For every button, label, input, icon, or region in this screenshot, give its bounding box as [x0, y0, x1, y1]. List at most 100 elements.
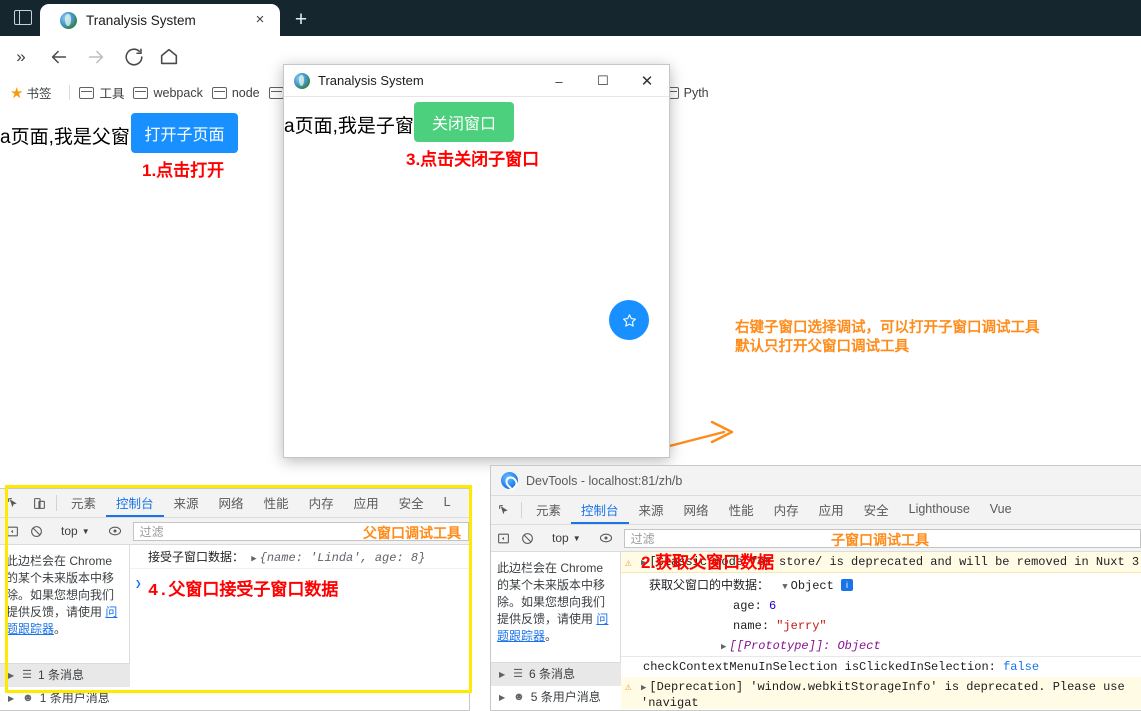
period: 。	[545, 629, 558, 643]
folder-icon	[268, 86, 284, 99]
bookmark-item[interactable]: ★ 书签	[10, 83, 51, 102]
console-sidebar-icon[interactable]	[491, 532, 515, 545]
back-icon[interactable]	[48, 46, 70, 68]
expand-triangle-icon[interactable]: ▶	[8, 690, 14, 707]
devtools-parent-tab-来源[interactable]: 来源	[164, 489, 209, 517]
console-row[interactable]: 接受子窗口数据： ▶ {name: 'Linda', age: 8}	[130, 545, 469, 569]
devtools-child-window[interactable]: DevTools - localhost:81/zh/b 元素 控制台 来源 网络 性能…	[490, 465, 1141, 711]
close-icon[interactable]: ×	[252, 12, 268, 28]
chevron-double-right-icon[interactable]: »	[10, 46, 32, 68]
home-icon[interactable]	[158, 46, 180, 68]
live-expression-icon[interactable]	[103, 524, 127, 538]
devtools-child-tab-元素[interactable]: 元素	[526, 496, 571, 524]
console-row[interactable]: 获取父窗口的中数据： ▼ Object i	[621, 573, 1141, 596]
devtools-child-tab-控制台[interactable]: 控制台	[571, 496, 629, 524]
chevron-down-icon: ▼	[572, 533, 581, 543]
devtools-parent-console-output[interactable]: 接受子窗口数据： ▶ {name: 'Linda', age: 8} ❯ 4.父窗…	[130, 545, 469, 710]
annotation-parent-devtools-label: 父窗口调试工具	[363, 525, 461, 541]
devtools-parent-status-row[interactable]: ▶ ☻ 1 条用户消息	[0, 687, 130, 710]
devtools-child-tab-应用[interactable]: 应用	[809, 496, 854, 524]
devtools-child-tab-性能[interactable]: 性能	[719, 496, 764, 524]
open-child-page-button[interactable]: 打开子页面	[131, 113, 238, 153]
devtools-child-status-row[interactable]: ▶ ☻ 5 条用户消息	[491, 686, 621, 709]
devtools-child-tab-Lighthouse[interactable]: Lighthouse	[899, 496, 980, 524]
bookmark-item[interactable]: Pyth	[663, 86, 709, 100]
expand-triangle-icon[interactable]: ▶	[8, 667, 14, 684]
execution-context-selector[interactable]: top ▼	[57, 524, 94, 538]
close-window-button[interactable]: 关闭窗口	[414, 102, 514, 142]
user-icon: ☻	[513, 691, 525, 703]
devtools-parent-tab-内存[interactable]: 内存	[299, 489, 344, 517]
info-badge-icon[interactable]: i	[841, 579, 854, 591]
new-tab-button[interactable]: +	[288, 7, 314, 33]
devtools-parent-window[interactable]: 元素 控制台 来源 网络 性能 内存 应用 安全 L top ▼ 过滤 父窗口调试工具	[0, 488, 470, 711]
globe-favicon-icon	[60, 11, 77, 29]
annotation-devtools-line1: 右键子窗口选择调试，可以打开子窗口调试工具	[735, 320, 1040, 336]
clear-console-icon[interactable]	[515, 532, 539, 545]
expand-triangle-icon[interactable]: ▶	[499, 666, 505, 683]
devtools-parent-status-row[interactable]: ▶ ☰ 1 条消息	[0, 664, 130, 687]
annotation-devtools-line2: 默认只打开父窗口调试工具	[735, 339, 909, 355]
expand-triangle-icon[interactable]: ▶	[721, 642, 726, 652]
devtools-child-tab-Vue[interactable]: Vue	[980, 496, 1022, 524]
bookmark-item[interactable]: webpack	[133, 86, 203, 100]
device-toolbar-icon[interactable]	[26, 489, 52, 517]
devtools-child-sidebar: 此边栏会在 Chrome 的某个未来版本中移除。如果您想向我们提供反馈，请使用 …	[491, 552, 621, 709]
expand-triangle-icon[interactable]: ▶	[251, 554, 256, 564]
console-prompt-row[interactable]: ❯ 4.父窗口接受子窗口数据	[130, 569, 469, 604]
devtools-logo-icon	[501, 472, 518, 489]
minimize-icon[interactable]: –	[537, 65, 581, 97]
close-icon[interactable]: ✕	[625, 65, 669, 97]
devtools-child-tabbar: 元素 控制台 来源 网络 性能 内存 应用 安全 Lighthouse Vue	[491, 496, 1141, 525]
inspect-icon[interactable]	[491, 496, 517, 524]
console-filter-placeholder: 过滤	[630, 531, 655, 546]
devtools-parent-tab-网络[interactable]: 网络	[209, 489, 254, 517]
star-icon: ★	[10, 84, 24, 102]
console-row-warning[interactable]: ⚠ ▶ [Deprecation] 'window.webkitStorageIn…	[621, 677, 1141, 709]
bookmark-label: 书签	[26, 87, 52, 101]
devtools-child-tab-安全[interactable]: 安全	[854, 496, 899, 524]
clear-console-icon[interactable]	[24, 525, 48, 538]
devtools-parent-main: 此边栏会在 Chrome 的某个未来版本中移除。如果您想向我们提供反馈，请使用 …	[0, 545, 469, 710]
reload-icon[interactable]	[123, 46, 145, 68]
devtools-child-tab-内存[interactable]: 内存	[764, 496, 809, 524]
child-page-text: a页面,我是子窗口	[284, 116, 433, 137]
devtools-child-main: 此边栏会在 Chrome 的某个未来版本中移除。如果您想向我们提供反馈，请使用 …	[491, 552, 1141, 709]
execution-context-selector[interactable]: top ▼	[548, 531, 585, 545]
devtools-parent-tab-元素[interactable]: 元素	[61, 489, 106, 517]
parent-page-text: a页面,我是父窗口	[0, 127, 149, 148]
devtools-parent-tab-L[interactable]: L	[434, 489, 461, 517]
expand-triangle-icon[interactable]: ▶	[499, 689, 505, 706]
devtools-parent-console-toolbar: top ▼ 过滤 父窗口调试工具	[0, 518, 469, 545]
bookmark-label: node	[231, 85, 260, 100]
devtools-child-tab-网络[interactable]: 网络	[674, 496, 719, 524]
live-expression-icon[interactable]	[594, 531, 618, 545]
child-popup-window[interactable]: Tranalysis System – ☐ ✕ a页面,我是子窗口 关闭窗口 3…	[283, 64, 670, 458]
warning-icon: ⚠	[625, 558, 632, 570]
inspect-icon[interactable]	[0, 489, 26, 517]
sidebar-deprecation-notice: 此边栏会在 Chrome 的某个未来版本中移除。如果您想向我们提供反馈，请使用	[497, 561, 606, 626]
bookmark-item[interactable]: node	[211, 85, 260, 100]
devtools-parent-tab-安全[interactable]: 安全	[389, 489, 434, 517]
console-object-prototype[interactable]: ▶ [[Prototype]]: Object	[621, 636, 1141, 657]
console-row[interactable]: checkContextMenuInSelection isClickedInS…	[621, 657, 1141, 677]
collapse-triangle-icon[interactable]: ▼	[782, 582, 787, 592]
devtools-child-tab-来源[interactable]: 来源	[629, 496, 674, 524]
devtools-child-status-label: 6 条消息	[529, 667, 576, 681]
forward-icon	[85, 46, 107, 68]
maximize-icon[interactable]: ☐	[581, 65, 625, 97]
bookmark-item[interactable]: 工具	[79, 83, 124, 102]
console-sidebar-icon[interactable]	[0, 525, 24, 538]
devtools-child-console-output[interactable]: ⚠ ▶ [Classic mode for store/ is deprecate…	[621, 552, 1141, 709]
devtools-child-status-row[interactable]: ▶ ☰ 6 条消息	[491, 663, 621, 686]
star-icon[interactable]	[609, 300, 649, 340]
expand-triangle-icon[interactable]: ▶	[641, 683, 646, 693]
devtools-parent-tab-控制台[interactable]: 控制台	[106, 489, 164, 517]
deprecation-line1: [Deprecation] 'window.webkitStorageInfo'…	[641, 680, 1125, 709]
devtools-parent-message-counts: ▶ ☰ 1 条消息 ▶ ☻ 1 条用户消息	[0, 663, 130, 710]
devtools-parent-tab-性能[interactable]: 性能	[254, 489, 299, 517]
console-log-label: 接受子窗口数据：	[148, 550, 245, 564]
sidebar-panel-toggle-icon[interactable]	[14, 10, 32, 25]
devtools-parent-tab-应用[interactable]: 应用	[344, 489, 389, 517]
browser-tab[interactable]: Tranalysis System ×	[40, 4, 280, 36]
